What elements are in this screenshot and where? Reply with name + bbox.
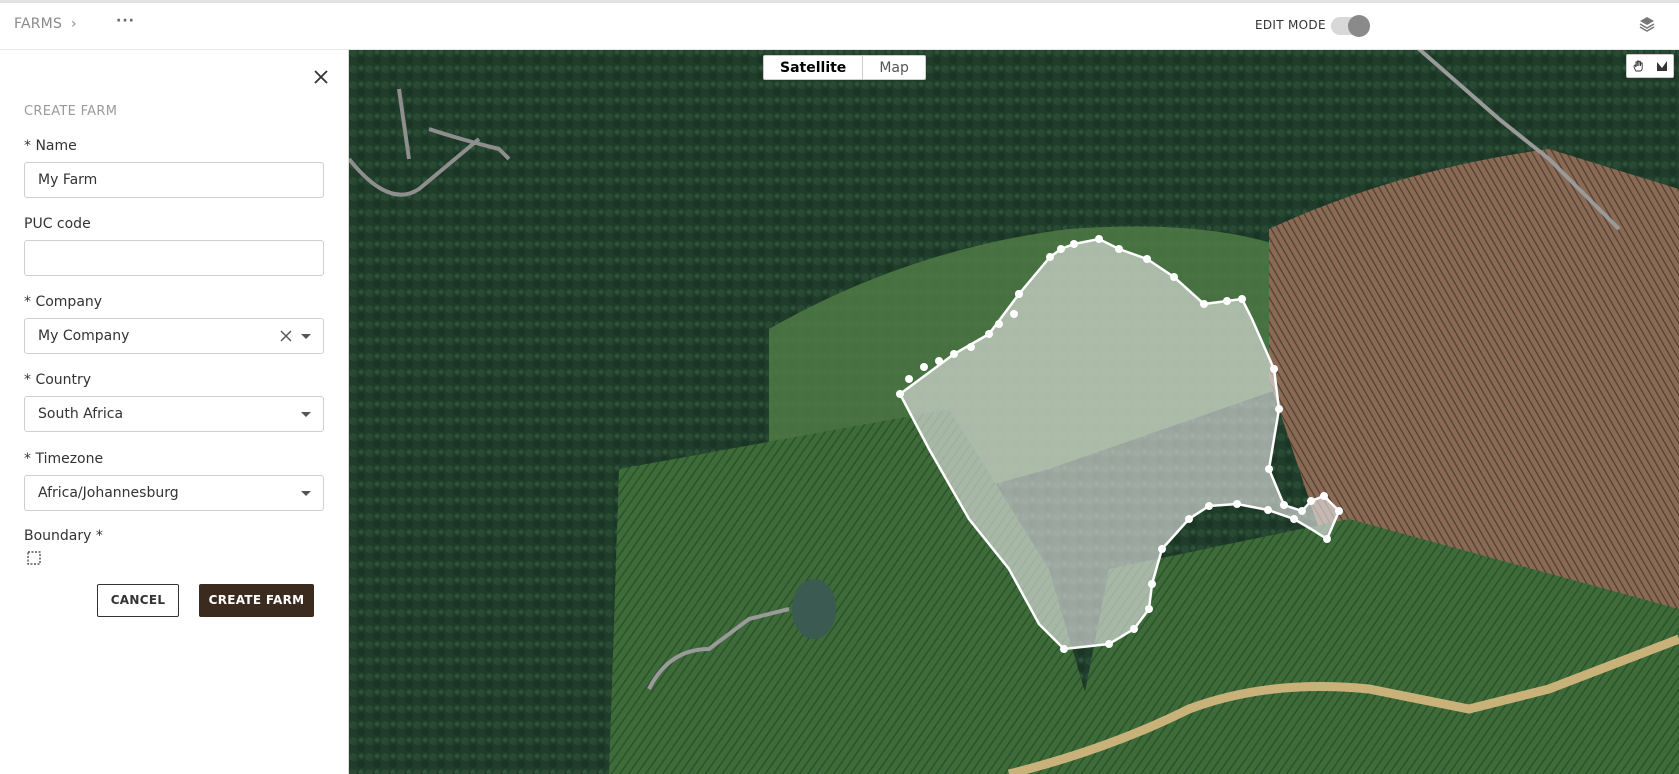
map-drawing-tools — [1626, 54, 1674, 78]
satellite-map[interactable] — [349, 49, 1679, 774]
timezone-select[interactable]: Africa/Johannesburg — [24, 475, 324, 511]
hand-icon[interactable] — [1627, 55, 1650, 77]
close-icon[interactable] — [311, 67, 331, 87]
map-type-switch: Satellite Map — [763, 55, 926, 80]
chevron-down-icon — [301, 491, 311, 496]
boundary-label: Boundary * — [24, 528, 103, 544]
draw-polygon-icon[interactable] — [1650, 55, 1673, 77]
company-label: * Company — [24, 294, 103, 310]
name-input[interactable]: My Farm — [24, 162, 324, 198]
satellite-option[interactable]: Satellite — [764, 56, 862, 79]
boundary-polygon-icon[interactable] — [27, 551, 41, 565]
country-label: * Country — [24, 372, 92, 388]
layers-icon[interactable] — [1638, 15, 1656, 33]
create-farm-panel: CREATE FARM * Name My Farm PUC code * Co… — [0, 49, 349, 774]
chevron-right-icon: › — [71, 16, 77, 32]
map-option[interactable]: Map — [862, 56, 925, 79]
more-options-button[interactable]: ··· — [116, 13, 135, 29]
toggle-knob — [1348, 15, 1370, 37]
country-select[interactable]: South Africa — [24, 396, 324, 432]
country-select-value: South Africa — [38, 406, 124, 422]
puc-code-input[interactable] — [24, 240, 324, 276]
breadcrumb-farms[interactable]: FARMS — [14, 16, 62, 32]
company-select-value: My Company — [38, 328, 130, 344]
satellite-imagery — [349, 49, 1679, 774]
puc-code-label: PUC code — [24, 216, 91, 232]
chevron-down-icon — [301, 334, 311, 339]
timezone-select-value: Africa/Johannesburg — [38, 485, 179, 501]
timezone-label: * Timezone — [24, 451, 104, 467]
edit-mode-toggle[interactable] — [1331, 15, 1370, 37]
name-input-value: My Farm — [38, 172, 98, 188]
company-select[interactable]: My Company — [24, 318, 324, 354]
name-label: * Name — [24, 138, 77, 154]
top-bar: FARMS › ··· EDIT MODE — [0, 0, 1679, 49]
chevron-down-icon — [301, 412, 311, 417]
clear-icon[interactable] — [279, 329, 293, 343]
edit-mode-label: EDIT MODE — [1255, 18, 1326, 32]
panel-title: CREATE FARM — [24, 104, 118, 119]
cancel-button[interactable]: CANCEL — [97, 584, 179, 617]
create-farm-button[interactable]: CREATE FARM — [199, 584, 314, 617]
